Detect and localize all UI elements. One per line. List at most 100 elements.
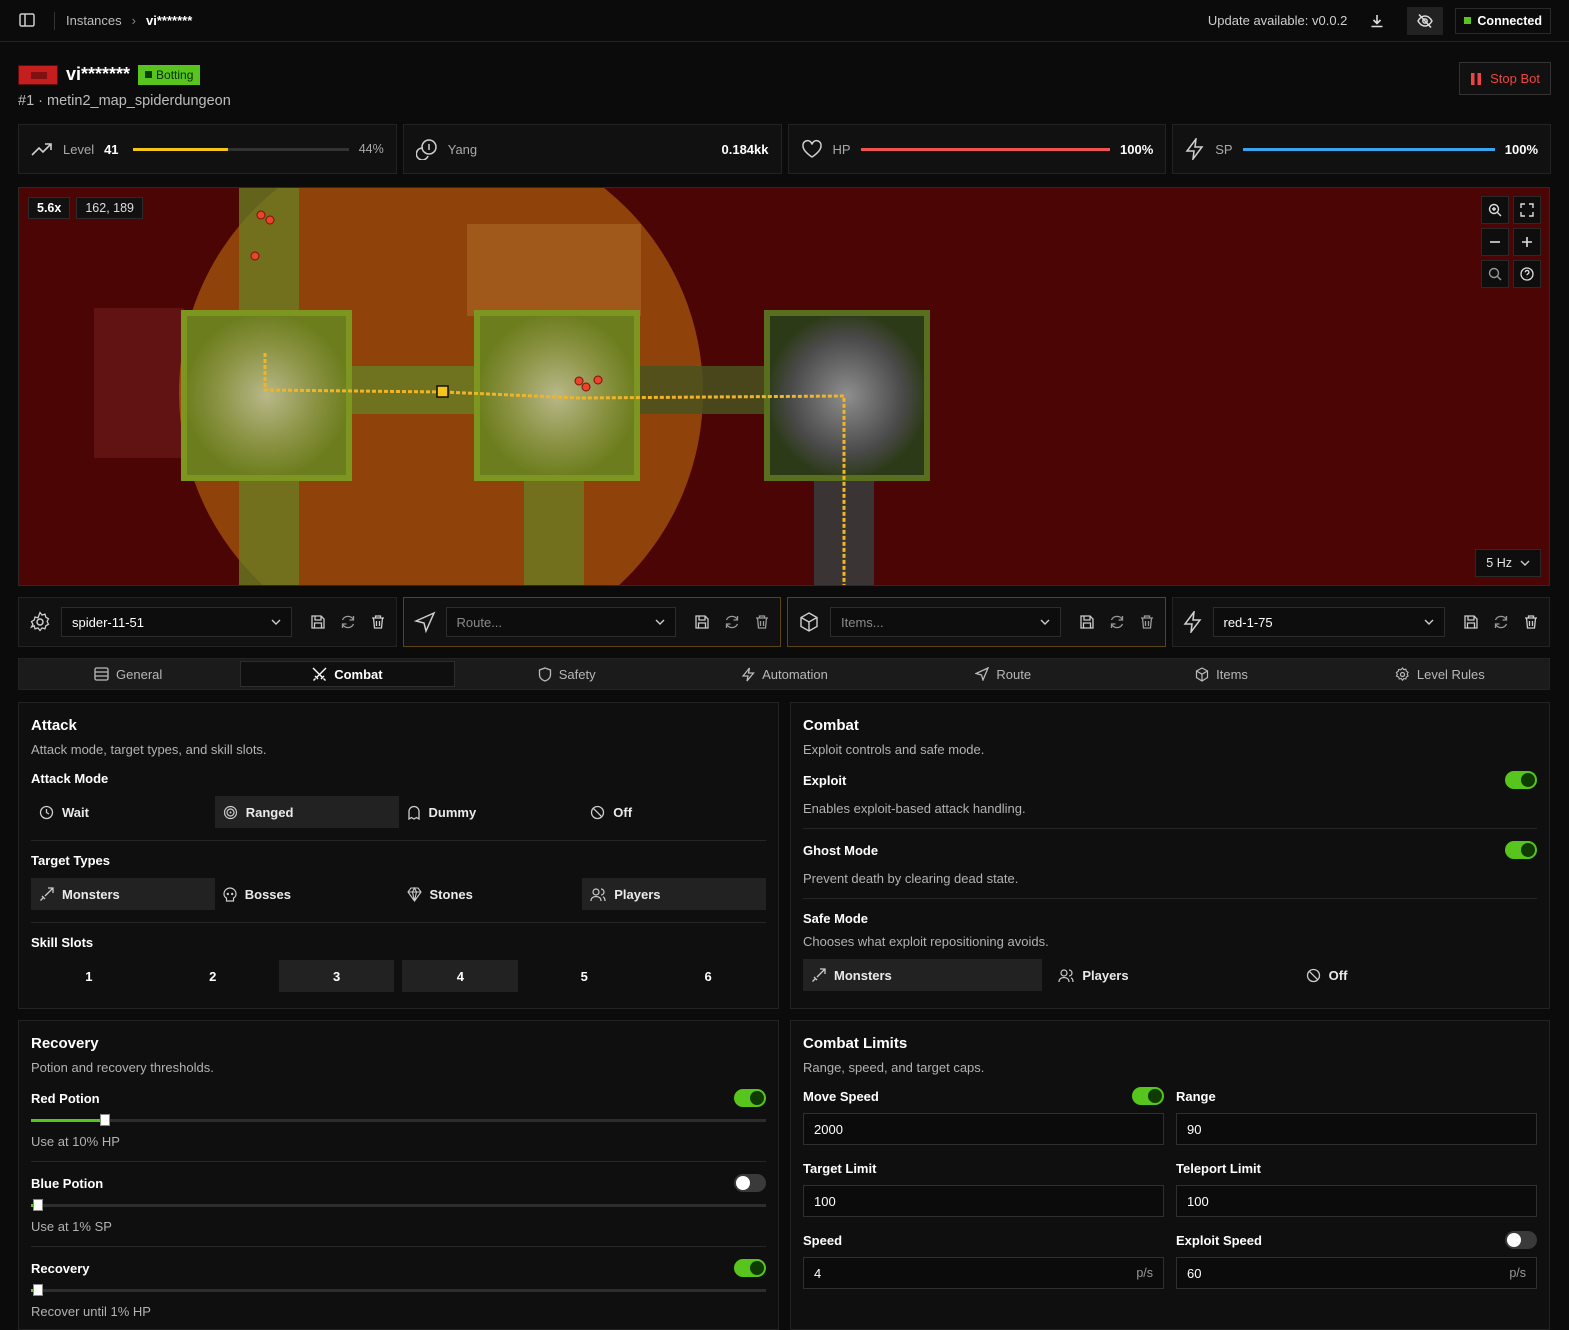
attack-mode-wait[interactable]: Wait: [31, 796, 215, 828]
target-type-bosses[interactable]: Bosses: [215, 878, 399, 910]
skill-slot-4[interactable]: 4: [402, 960, 519, 992]
hp-value: 100%: [1120, 141, 1154, 157]
help-button[interactable]: [1513, 260, 1541, 288]
combat-limits-description: Range, speed, and target caps.: [803, 1060, 985, 1075]
combat-limits-title: Combat Limits: [803, 1035, 908, 1052]
blue-potion-text: Use at 1% SP: [31, 1219, 112, 1234]
safe-mode-off[interactable]: Off: [1298, 959, 1537, 991]
stop-bot-button[interactable]: Stop Bot: [1459, 62, 1551, 95]
exploit-speed-input[interactable]: 60 p/s: [1176, 1257, 1537, 1289]
player-marker: [436, 385, 449, 398]
blue-potion-slider[interactable]: [31, 1199, 766, 1211]
skill-slot-2[interactable]: 2: [155, 960, 271, 992]
tab-general[interactable]: General: [22, 661, 234, 687]
attack-mode-dummy[interactable]: Dummy: [399, 796, 583, 828]
recovery-toggle[interactable]: [734, 1259, 766, 1277]
items-select[interactable]: Items...: [830, 607, 1061, 637]
fullscreen-button[interactable]: [1513, 196, 1541, 224]
trash-icon[interactable]: [754, 614, 770, 630]
update-available-text[interactable]: Update available: v0.0.2: [1208, 13, 1347, 28]
general-config-select[interactable]: spider-11-51: [61, 607, 292, 637]
target-limit-input[interactable]: 100: [803, 1185, 1164, 1217]
tab-items[interactable]: Items: [1115, 661, 1327, 687]
route-placeholder: Route...: [456, 614, 503, 630]
map-canvas[interactable]: [19, 188, 1550, 586]
gem-icon: [406, 886, 422, 902]
clock-icon: [39, 805, 54, 819]
ghost-mode-toggle[interactable]: [1505, 841, 1537, 859]
search-map-button[interactable]: [1481, 260, 1509, 288]
zoom-to-fit-button[interactable]: [1481, 196, 1509, 224]
speed-input[interactable]: 4 p/s: [803, 1257, 1164, 1289]
tab-level-rules[interactable]: Level Rules: [1334, 661, 1546, 687]
save-icon[interactable]: [694, 614, 710, 630]
trash-icon[interactable]: [370, 614, 386, 630]
recovery-slider[interactable]: [31, 1284, 766, 1296]
refresh-icon[interactable]: [1109, 614, 1125, 630]
save-icon[interactable]: [310, 614, 326, 630]
level-config-value: red-1-75: [1223, 614, 1273, 630]
safe-mode-monsters[interactable]: Monsters: [803, 959, 1043, 991]
target-type-monsters[interactable]: Monsters: [31, 878, 215, 910]
visibility-toggle-button[interactable]: [1407, 6, 1444, 35]
monster-marker: [265, 215, 275, 225]
refresh-icon[interactable]: [1493, 614, 1509, 630]
range-input[interactable]: 90: [1176, 1113, 1537, 1145]
tab-safety[interactable]: Safety: [461, 661, 673, 687]
attack-description: Attack mode, target types, and skill slo…: [31, 742, 267, 757]
exploit-speed-unit: p/s: [1509, 1266, 1526, 1280]
sp-bar-fill: [1242, 147, 1495, 151]
save-icon[interactable]: [1079, 614, 1095, 630]
zoom-out-button[interactable]: [1481, 228, 1509, 256]
level-label: Level: [63, 141, 95, 157]
plus-icon: [1522, 237, 1532, 247]
refresh-icon[interactable]: [340, 614, 356, 630]
blue-potion-toggle[interactable]: [734, 1174, 766, 1192]
teleport-limit-label: Teleport Limit: [1176, 1160, 1261, 1176]
red-potion-slider[interactable]: [31, 1114, 766, 1126]
exploit-speed-toggle[interactable]: [1505, 1231, 1537, 1249]
refresh-icon[interactable]: [724, 614, 740, 630]
tab-automation[interactable]: Automation: [679, 661, 891, 687]
skill-slot-1[interactable]: 1: [31, 960, 147, 992]
breadcrumb: Instances › vi*******: [54, 12, 192, 30]
attack-mode-ranged[interactable]: Ranged: [214, 796, 399, 828]
trash-icon[interactable]: [1523, 614, 1539, 630]
chevron-right-icon: ›: [131, 13, 136, 28]
teleport-limit-input[interactable]: 100: [1176, 1185, 1537, 1217]
blue-potion-slider-handle[interactable]: [33, 1199, 44, 1211]
exploit-toggle[interactable]: [1505, 771, 1537, 789]
target-types-group: Monsters Bosses Stones Players: [31, 878, 766, 910]
sidebar-toggle-button[interactable]: [18, 11, 38, 31]
target-type-players[interactable]: Players: [582, 878, 766, 910]
tab-route[interactable]: Route: [897, 661, 1109, 687]
status-badge: Botting: [138, 64, 201, 85]
coordinates-readout: 162, 189: [76, 197, 144, 219]
attack-mode-off[interactable]: Off: [582, 796, 766, 828]
fullscreen-icon: [1520, 203, 1534, 217]
safe-mode-players[interactable]: Players: [1050, 959, 1289, 991]
skill-slot-3[interactable]: 3: [278, 960, 395, 992]
move-speed-input[interactable]: 2000: [803, 1113, 1164, 1145]
tab-combat[interactable]: Combat: [240, 661, 455, 687]
trash-icon[interactable]: [1139, 614, 1155, 630]
attack-mode-label-ranged: Ranged: [245, 804, 294, 820]
move-speed-toggle[interactable]: [1132, 1087, 1164, 1105]
download-update-button[interactable]: [1359, 7, 1395, 35]
route-select[interactable]: Route...: [445, 607, 676, 637]
target-type-stones[interactable]: Stones: [399, 878, 583, 910]
skill-slot-5[interactable]: 5: [526, 960, 642, 992]
level-config-select[interactable]: red-1-75: [1212, 607, 1445, 637]
red-potion-slider-handle[interactable]: [99, 1114, 110, 1126]
save-icon[interactable]: [1463, 614, 1479, 630]
skill-slot-6[interactable]: 6: [650, 960, 766, 992]
recovery-slider-handle[interactable]: [33, 1284, 44, 1296]
breadcrumb-instances-link[interactable]: Instances: [66, 13, 122, 28]
download-icon: [1371, 14, 1383, 27]
minimap[interactable]: 5.6x 162, 189 5 Hz: [18, 187, 1550, 586]
refresh-rate-select[interactable]: 5 Hz: [1475, 549, 1541, 577]
stop-bot-label: Stop Bot: [1490, 71, 1540, 86]
zoom-in-button[interactable]: [1513, 228, 1541, 256]
map-controls: [1481, 196, 1541, 288]
red-potion-toggle[interactable]: [734, 1089, 766, 1107]
